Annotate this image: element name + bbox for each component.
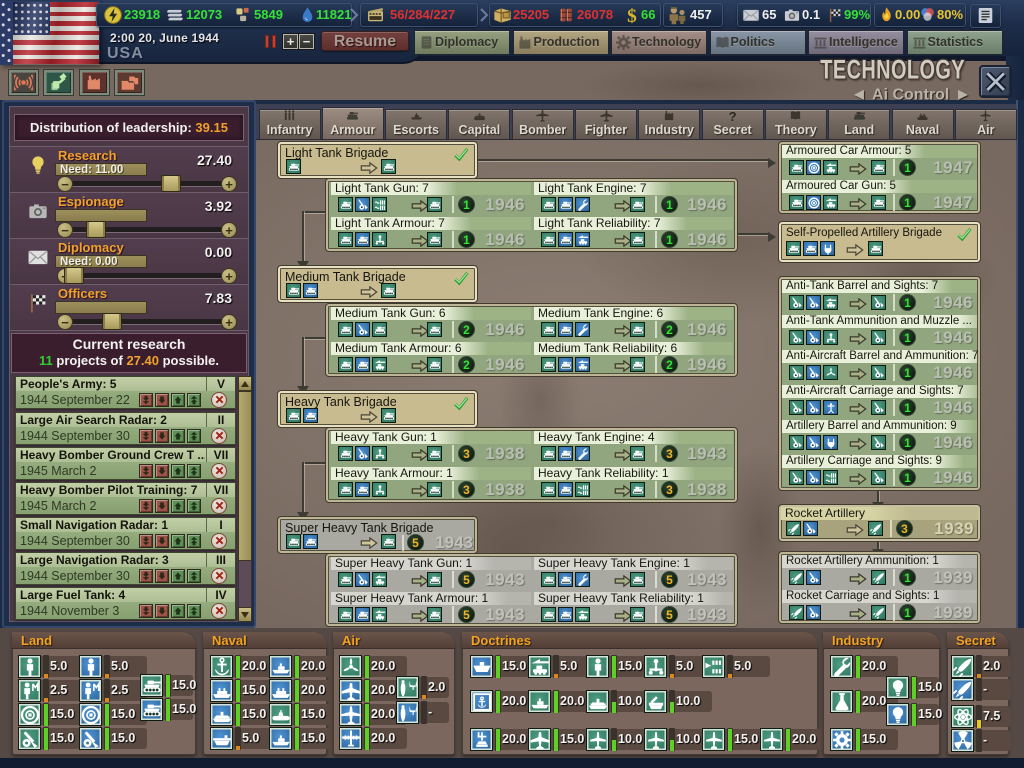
svg-text:$: $ [627, 6, 637, 24]
